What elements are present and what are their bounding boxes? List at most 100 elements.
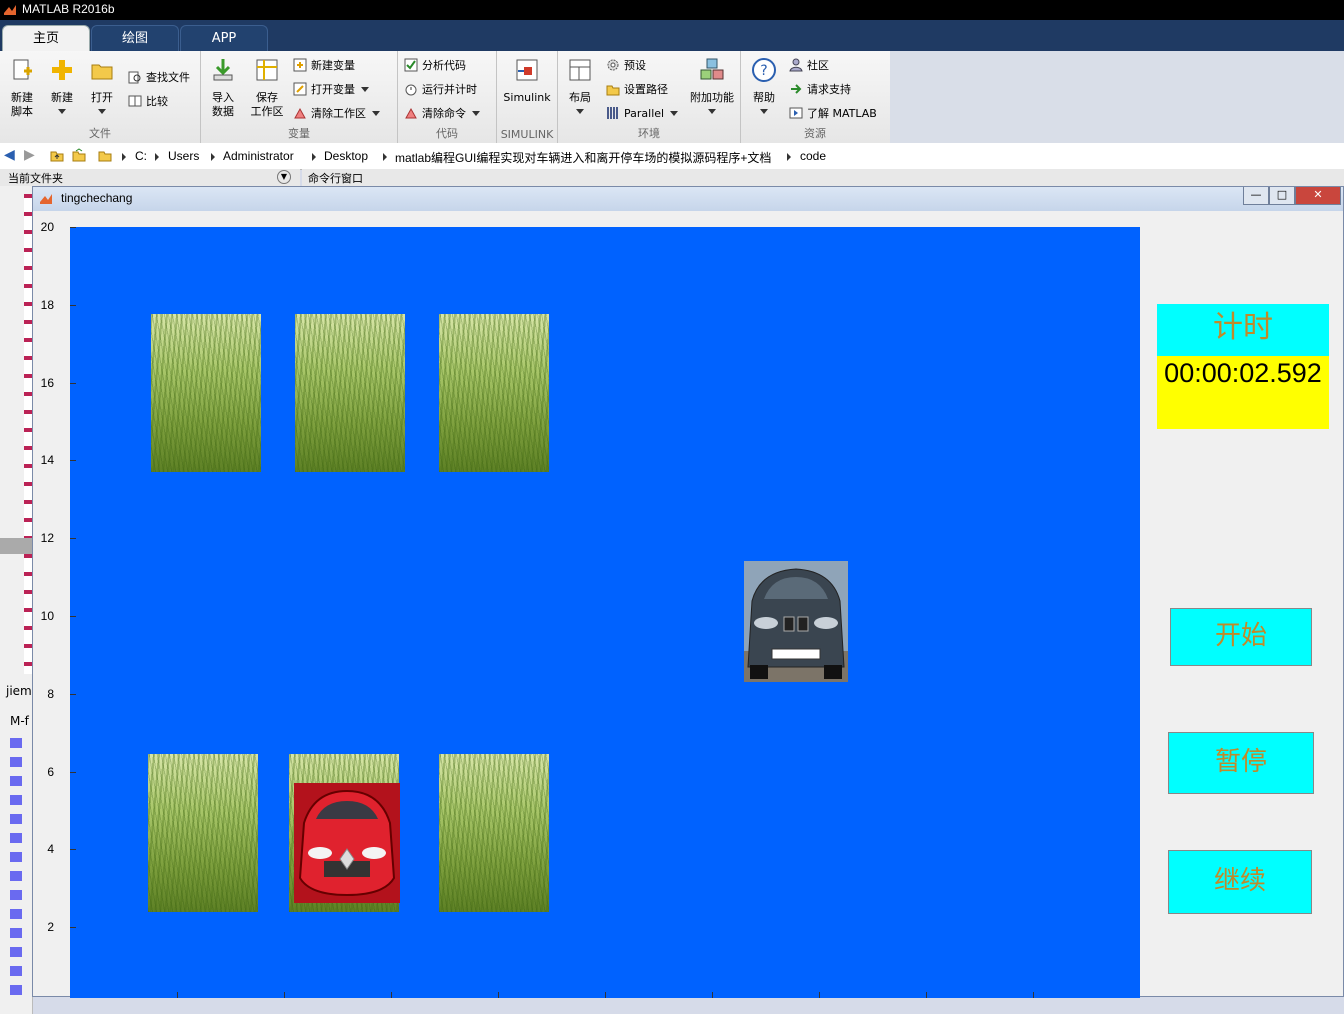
pause-button[interactable]: 暂停 <box>1168 732 1314 794</box>
y-tick-label: 2 <box>47 920 54 935</box>
run-and-time-button[interactable]: 运行并计时 <box>404 81 477 99</box>
details-type-partial: M-f <box>10 714 29 728</box>
y-tick-label: 18 <box>40 297 54 312</box>
ribbon-group-code-label: 代码 <box>436 127 458 140</box>
ribbon-group-code: 分析代码 运行并计时 清除命令 代码 <box>398 51 497 143</box>
forward-arrow-icon[interactable]: ▶ <box>24 147 35 163</box>
back-arrow-icon[interactable]: ◀ <box>4 147 15 163</box>
ribbon-group-file-label: 文件 <box>89 127 111 140</box>
set-path-button[interactable]: 设置路径 <box>606 81 668 99</box>
chevron-down-icon <box>670 111 679 116</box>
new-variable-label: 新建变量 <box>311 59 355 72</box>
clear-commands-button[interactable]: 清除命令 <box>404 105 480 123</box>
chevron-down-icon <box>760 109 768 114</box>
up-folder-icon[interactable] <box>50 148 64 162</box>
breadcrumb-item[interactable]: Administrator <box>223 149 294 163</box>
clear-workspace-button[interactable]: 清除工作区 <box>293 105 380 123</box>
addons-button[interactable]: 附加功能 <box>686 57 738 119</box>
compare-button[interactable]: 比较 <box>128 93 168 111</box>
close-button[interactable]: ✕ <box>1295 187 1341 205</box>
addons-label: 附加功能 <box>690 91 734 104</box>
ribbon-group-environment: 布局 预设 设置路径 Parallel 附加功能 环境 <box>558 51 741 143</box>
help-label: 帮助 <box>753 91 775 104</box>
matlab-logo-icon <box>40 194 52 204</box>
community-label: 社区 <box>807 59 829 72</box>
chevron-down-icon <box>708 109 716 114</box>
parallel-button[interactable]: Parallel <box>606 105 679 123</box>
help-button[interactable]: ? 帮助 <box>747 57 781 119</box>
ribbon-group-resources: ? 帮助 社区 请求支持 了解 MATLAB 资源 <box>741 51 889 143</box>
current-folder-title: 当前文件夹 <box>8 172 63 185</box>
new-plus-icon <box>52 60 72 80</box>
community-button[interactable]: 社区 <box>789 57 829 75</box>
learn-matlab-label: 了解 MATLAB <box>807 107 877 120</box>
preferences-button[interactable]: 预设 <box>606 57 646 75</box>
parking-slot-grass <box>151 314 261 472</box>
breadcrumb-item[interactable]: Users <box>168 149 199 163</box>
chevron-down-icon <box>361 87 369 92</box>
minimize-button[interactable]: — <box>1243 187 1269 205</box>
x-tick-mark <box>177 992 178 998</box>
set-path-label: 设置路径 <box>624 83 668 96</box>
analyze-code-button[interactable]: 分析代码 <box>404 57 466 75</box>
import-data-button[interactable]: 导入 数据 <box>205 57 241 119</box>
run-and-time-icon <box>405 84 417 96</box>
new-script-icon <box>13 59 32 80</box>
parking-slot-grass <box>439 314 549 472</box>
figure-title: tingchechang <box>61 191 133 205</box>
preferences-label: 预设 <box>624 59 646 72</box>
command-window-title: 命令行窗口 <box>308 172 363 185</box>
open-variable-label: 打开变量 <box>311 83 355 96</box>
request-support-button[interactable]: 请求支持 <box>789 81 851 99</box>
folder-icon <box>98 151 112 162</box>
y-tick-label: 12 <box>40 531 54 546</box>
figure-title-bar: tingchechang — □ ✕ <box>33 187 1343 211</box>
y-tick-mark <box>70 693 76 695</box>
clear-commands-label: 清除命令 <box>422 107 466 120</box>
save-workspace-button[interactable]: 保存 工作区 <box>247 57 287 119</box>
learn-matlab-button[interactable]: 了解 MATLAB <box>789 105 877 123</box>
new-variable-icon <box>293 58 307 72</box>
tab-home[interactable]: 主页 <box>2 25 90 51</box>
breadcrumb-item[interactable]: code <box>800 149 826 163</box>
breadcrumb-item[interactable]: Desktop <box>324 149 368 163</box>
ribbon-group-simulink-label: SIMULINK <box>500 128 554 141</box>
simulink-button[interactable]: Simulink <box>501 57 553 105</box>
y-tick-mark <box>70 538 76 540</box>
open-variable-button[interactable]: 打开变量 <box>293 81 369 99</box>
tab-apps[interactable]: APP <box>180 25 268 51</box>
start-button[interactable]: 开始 <box>1170 608 1312 666</box>
community-icon <box>789 58 803 72</box>
timer-label: 计时 <box>1213 310 1273 345</box>
y-tick-label: 6 <box>47 764 54 779</box>
y-tick-mark <box>70 460 76 462</box>
app-title: MATLAB R2016b <box>22 2 115 16</box>
breadcrumb-item[interactable]: matlab编程GUI编程实现对车辆进入和离开停车场的模拟源码程序+文档 <box>395 149 771 166</box>
open-label: 打开 <box>91 91 113 104</box>
new-script-button[interactable]: 新建 脚本 <box>4 57 40 119</box>
parallel-label: Parallel <box>624 107 665 120</box>
addons-cubes-icon <box>700 58 724 80</box>
x-tick-mark <box>712 992 713 998</box>
new-button[interactable]: 新建 <box>44 57 80 119</box>
find-files-button[interactable]: 查找文件 <box>128 69 190 87</box>
matlab-logo-icon <box>4 5 16 15</box>
y-tick-label: 14 <box>40 453 54 468</box>
new-variable-button[interactable]: 新建变量 <box>293 57 355 75</box>
maximize-button[interactable]: □ <box>1269 187 1295 205</box>
simulink-icon <box>516 59 538 81</box>
continue-button[interactable]: 继续 <box>1168 850 1312 914</box>
x-tick-mark <box>391 992 392 998</box>
x-tick-mark <box>926 992 927 998</box>
x-tick-mark <box>1033 992 1034 998</box>
ribbon: 新建 脚本 新建 打开 查找文件 比较 文件 导入 数据 保存 工作区 新建变量… <box>0 51 890 144</box>
layout-button[interactable]: 布局 <box>562 57 598 119</box>
open-button[interactable]: 打开 <box>84 57 120 119</box>
breadcrumb-item[interactable]: C: <box>135 149 147 163</box>
tab-plots[interactable]: 绘图 <box>91 25 179 51</box>
browse-folder-icon[interactable] <box>72 148 86 162</box>
pane-menu-icon[interactable]: ▼ <box>277 170 291 184</box>
y-tick-mark <box>70 616 76 617</box>
compare-icon <box>128 95 142 107</box>
breadcrumb-separator-icon <box>122 153 126 161</box>
